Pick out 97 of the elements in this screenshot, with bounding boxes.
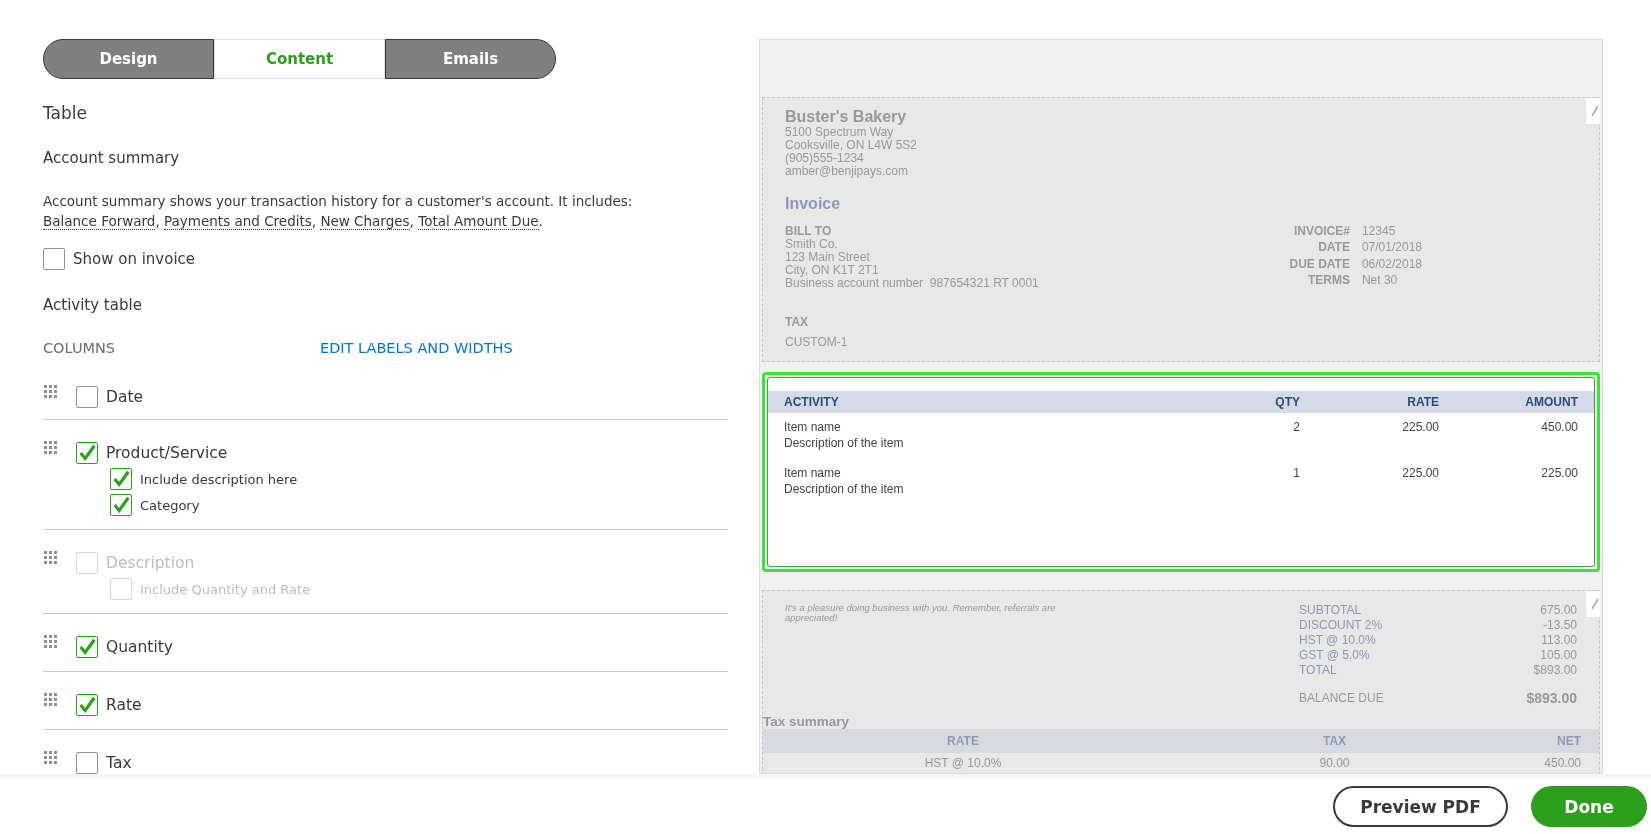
pencil-icon[interactable] <box>1586 591 1600 617</box>
item-name: Item name <box>784 419 841 435</box>
company-detail: Cooksville, ON L4W 5S2 <box>785 139 919 152</box>
meta-value: 07/01/2018 <box>1361 241 1422 257</box>
meta-label: DUE DATE <box>1289 257 1350 273</box>
tab[interactable]: Emails <box>385 39 556 79</box>
table-cell: 2 <box>1293 420 1300 434</box>
company-name: Buster's Bakery <box>785 108 908 126</box>
total-value: 105.00 <box>1539 648 1577 663</box>
drag-handle-icon[interactable] <box>43 750 57 764</box>
drag-handle-icon[interactable] <box>43 692 57 706</box>
bill-to-heading: BILL TO <box>785 225 833 238</box>
column-label: Product/Service <box>106 444 228 462</box>
option-label: Include Quantity and Rate <box>140 581 311 597</box>
bill-to-line: Smith Co. <box>785 238 839 251</box>
footer-section[interactable] <box>762 590 1600 773</box>
total-label: SUBTOTAL <box>1299 603 1363 618</box>
tax-heading: TAX <box>785 316 810 329</box>
column-label: Quantity <box>106 638 173 656</box>
total-value: -13.50 <box>1541 618 1577 633</box>
option-label: Category <box>140 497 200 513</box>
checkbox[interactable] <box>110 494 132 516</box>
checkbox[interactable] <box>76 752 98 774</box>
drag-handle-icon[interactable] <box>43 384 57 398</box>
item-description: Description of the item <box>784 481 904 497</box>
checkbox[interactable] <box>43 248 65 270</box>
meta-value: Net 30 <box>1361 273 1399 289</box>
column-header: RATE <box>946 734 980 748</box>
section-subtitle: Activity table <box>43 296 143 314</box>
tax-value: CUSTOM-1 <box>785 336 849 349</box>
checkbox-label: Show on invoice <box>73 250 196 268</box>
column-label: Date <box>106 388 144 406</box>
total-label: GST @ 5.0% <box>1299 648 1371 663</box>
meta-label: TERMS <box>1306 273 1350 289</box>
total-value: $893.00 <box>1532 663 1577 678</box>
item-name: Item name <box>784 465 841 481</box>
table-cell: 1 <box>1293 466 1300 480</box>
table-cell-text: 450.00 <box>1543 756 1581 770</box>
term-link[interactable]: New Charges <box>320 213 410 230</box>
tax-summary-title: Tax summary <box>763 714 851 729</box>
table-cell: 225.00 <box>1402 420 1439 434</box>
tab[interactable]: Design <box>43 39 214 79</box>
header-section[interactable] <box>762 97 1600 362</box>
column-label: Tax <box>106 754 132 772</box>
company-detail: amber@benjipays.com <box>785 165 909 178</box>
item-description: Description of the item <box>784 435 904 451</box>
checkbox[interactable] <box>110 468 132 490</box>
column-header: ACTIVITY <box>784 395 840 409</box>
pencil-icon[interactable] <box>1586 98 1600 124</box>
meta-label: INVOICE# <box>1292 225 1350 240</box>
total-label: DISCOUNT 2% <box>1299 618 1384 633</box>
bill-to-line: Business account number 987654321 RT 0001 <box>785 277 1039 290</box>
table-cell-text: HST @ 10.0% <box>923 756 1003 770</box>
edit-labels-link[interactable]: EDIT LABELS AND WIDTHS <box>320 340 513 356</box>
column-header: RATE <box>1406 395 1439 409</box>
columns-label: COLUMNS <box>43 340 117 356</box>
preview-pdf-button[interactable]: Preview PDF <box>1333 786 1508 827</box>
column-header: QTY <box>1274 395 1300 409</box>
term-link[interactable]: Total Amount Due <box>418 213 539 230</box>
bill-to-line: City, ON K1T 2T1 <box>785 264 880 277</box>
column-header: TAX <box>1321 734 1348 748</box>
document-title: Invoice <box>785 195 842 213</box>
section-title: Table <box>43 103 88 123</box>
total-value: 675.00 <box>1539 603 1577 618</box>
total-value: 113.00 <box>1540 633 1577 648</box>
balance-value: $893.00 <box>1525 691 1577 706</box>
drag-handle-icon[interactable] <box>43 440 57 454</box>
checkbox[interactable] <box>76 442 98 464</box>
table-cell: 450.00 <box>1541 420 1578 434</box>
term-link[interactable]: Payments and Credits <box>164 213 312 230</box>
meta-value: 06/02/2018 <box>1361 257 1422 273</box>
column-label: Rate <box>106 696 142 714</box>
drag-handle-icon[interactable] <box>43 634 57 648</box>
table-cell: 225.00 <box>1541 466 1578 480</box>
meta-value: 12345 <box>1361 225 1397 240</box>
column-label: Description <box>106 554 195 572</box>
checkbox[interactable] <box>76 386 98 408</box>
activity-section[interactable]: ACTIVITY QTY RATE AMOUNT Item name Description of the item 2 225.00 450.00 Item name Description of the item 1 225.00 225.00 <box>762 372 1600 572</box>
table-cell-text: 90.00 <box>1318 756 1351 770</box>
drag-handle-icon[interactable] <box>43 550 57 564</box>
description-text: Account summary shows your transaction history for a customer's account. It includes: Balance Forward, Payments and Credits, New Charges, Total Amount Due. <box>43 192 634 231</box>
balance-label: BALANCE DUE <box>1299 691 1385 706</box>
total-label: TOTAL <box>1299 663 1338 678</box>
term-link[interactable]: Balance Forward <box>43 213 156 230</box>
column-header: AMOUNT <box>1524 395 1578 409</box>
company-detail: 5100 Spectrum Way <box>785 126 895 139</box>
total-label: HST @ 10.0% <box>1299 633 1377 648</box>
meta-label: DATE <box>1317 241 1350 257</box>
invoice-message: It's a pleasure doing business with you. Remember, referrals are appreciated! <box>785 603 1057 625</box>
company-detail: (905)555-1234 <box>785 152 865 165</box>
bill-to-line: 123 Main Street <box>785 251 871 264</box>
column-header: NET <box>1556 734 1581 748</box>
section-subtitle: Account summary <box>43 149 181 167</box>
table-cell: 225.00 <box>1402 466 1439 480</box>
checkbox[interactable] <box>76 694 98 716</box>
option-label: Include description here <box>140 471 298 487</box>
checkbox[interactable] <box>76 636 98 658</box>
